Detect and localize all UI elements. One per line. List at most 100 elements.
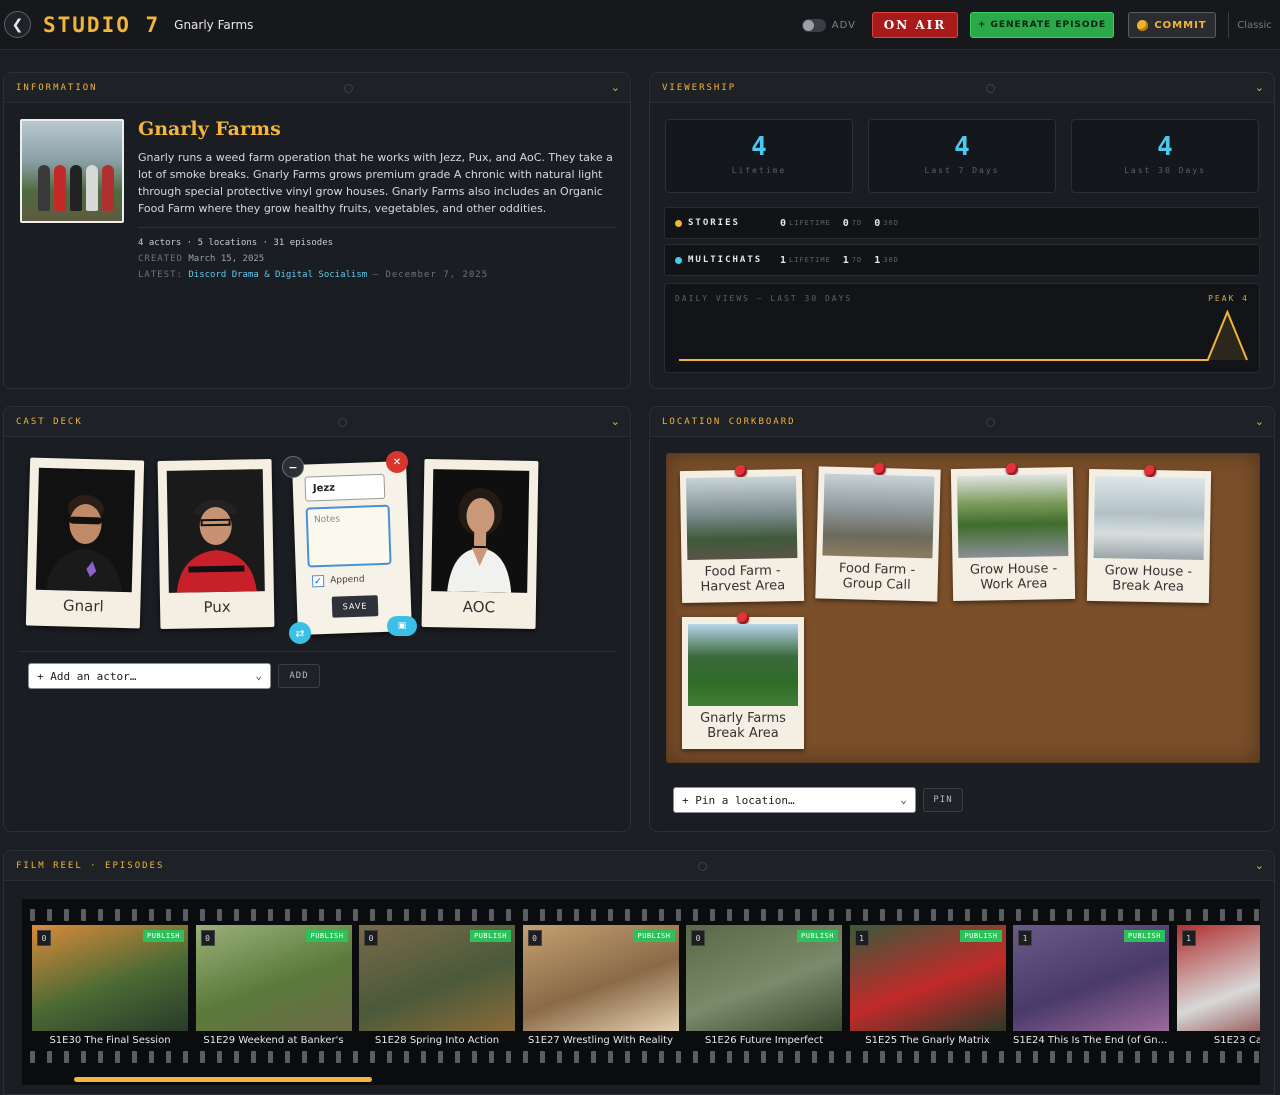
location-photo [822, 473, 935, 559]
sprocket-hole [931, 1051, 936, 1063]
drag-handle-icon[interactable] [986, 84, 995, 93]
location-card[interactable]: Grow House - Break Area [1086, 464, 1212, 604]
add-actor-button[interactable]: ADD [278, 664, 320, 688]
save-button[interactable]: SAVE [331, 595, 379, 618]
divider [138, 227, 616, 228]
publish-badge[interactable]: PUBLISH [306, 930, 348, 942]
minus-icon[interactable]: − [282, 456, 304, 478]
information-header[interactable]: INFORMATION ⌄ [4, 73, 630, 103]
sprocket-hole [149, 909, 154, 921]
latest-episode-link[interactable]: Discord Drama & Digital Socialism [188, 270, 367, 280]
add-actor-select[interactable]: + Add an actor… ⌄ [28, 663, 271, 689]
drag-handle-icon[interactable] [344, 84, 353, 93]
classic-button[interactable]: Classic [1228, 12, 1280, 38]
drag-handle-icon[interactable] [986, 418, 995, 427]
sprocket-hole [302, 1051, 307, 1063]
chevron-down-icon[interactable]: ⌄ [1255, 415, 1264, 428]
sprocket-hole [863, 1051, 868, 1063]
publish-badge[interactable]: PUBLISH [469, 930, 511, 942]
sprocket-hole [812, 1051, 817, 1063]
cast-deck-header[interactable]: CAST DECK ⌄ [4, 407, 630, 437]
app-logo: STUDIO 7 [43, 12, 161, 37]
commit-button[interactable]: COMMIT [1128, 12, 1216, 38]
pin-location-select[interactable]: + Pin a location… ⌄ [673, 787, 916, 813]
adv-toggle[interactable] [801, 18, 826, 32]
checkbox-checked-icon[interactable]: ✓ [311, 574, 325, 588]
sprocket-hole [693, 1051, 698, 1063]
sprocket-row [22, 909, 1260, 923]
film-reel-header[interactable]: FILM REEL · EPISODES ⌄ [4, 851, 1274, 881]
location-card[interactable]: Grow House - Work Area [950, 462, 1076, 602]
publish-badge[interactable]: PUBLISH [960, 930, 1002, 942]
sprocket-hole [234, 909, 239, 921]
publish-badge[interactable]: PUBLISH [796, 930, 838, 942]
back-button[interactable]: ❮ [4, 11, 31, 38]
publish-badge[interactable]: PUBLISH [142, 930, 184, 942]
sprocket-hole [115, 909, 120, 921]
sprocket-hole [1186, 1051, 1191, 1063]
multichats-30d: 1 [874, 254, 881, 266]
sprocket-hole [353, 909, 358, 921]
episode-title: S1E28 Spring Into Action [374, 1035, 500, 1046]
sprocket-hole [846, 1051, 851, 1063]
episode-frame[interactable]: 0 PUBLISH [686, 925, 842, 1031]
sprocket-hole [1135, 909, 1140, 921]
sprocket-hole [183, 1051, 188, 1063]
episode-frame[interactable]: 0 PUBLISH [359, 925, 515, 1031]
actor-card-gnarl[interactable]: Gnarl [25, 457, 145, 629]
on-air-button[interactable]: ON AIR [872, 12, 958, 38]
camera-icon[interactable]: ▣ [387, 616, 417, 636]
pin-location-button[interactable]: PIN [923, 788, 963, 812]
location-card[interactable]: Food Farm - Group Call [815, 462, 941, 602]
reel-scrollbar-thumb[interactable] [74, 1077, 372, 1082]
sprocket-hole [421, 1051, 426, 1063]
sprocket-hole [1220, 1051, 1225, 1063]
episode-count-badge: 0 [527, 930, 542, 946]
episode-frame[interactable]: 0 PUBLISH [32, 925, 188, 1031]
episode-frame[interactable]: 0 PUBLISH [195, 925, 352, 1031]
swap-icon[interactable]: ⇄ [289, 622, 311, 644]
actor-card-aoc[interactable]: AOC [421, 459, 539, 629]
episode-frame[interactable]: 1 PUBLISH [1013, 925, 1169, 1031]
sprocket-hole [64, 909, 69, 921]
generate-episode-button[interactable]: + GENERATE EPISODE [970, 12, 1114, 38]
drag-handle-icon[interactable] [698, 862, 707, 871]
sprocket-hole [285, 909, 290, 921]
chevron-down-icon[interactable]: ⌄ [1255, 81, 1264, 94]
top-bar: ❮ STUDIO 7 Gnarly Farms ADV ON AIR + GEN… [0, 0, 1280, 50]
stat-label: Lifetime [731, 166, 787, 175]
latest-label: LATEST: [138, 270, 183, 280]
sprocket-hole [455, 1051, 460, 1063]
actor-card-pux[interactable]: Pux [157, 459, 275, 629]
actor-name-field[interactable]: Jezz [304, 473, 386, 502]
sprocket-hole [659, 1051, 664, 1063]
publish-badge[interactable]: PUBLISH [1123, 930, 1165, 942]
chevron-down-icon[interactable]: ⌄ [611, 415, 620, 428]
episode-frame[interactable]: 1 PUBLISH [849, 925, 1006, 1031]
publish-badge[interactable]: PUBLISH [633, 930, 675, 942]
sprocket-hole [404, 909, 409, 921]
sprocket-hole [115, 1051, 120, 1063]
location-label: Grow House - Break Area [1104, 563, 1193, 595]
sprocket-hole [540, 909, 545, 921]
drag-handle-icon[interactable] [338, 418, 347, 427]
location-header[interactable]: LOCATION CORKBOARD ⌄ [650, 407, 1274, 437]
sprocket-hole [319, 1051, 324, 1063]
unit-label: 7D [851, 256, 863, 264]
location-card[interactable]: Gnarly Farms Break Area [682, 612, 804, 749]
chevron-down-icon[interactable]: ⌄ [1255, 859, 1264, 872]
chevron-down-icon[interactable]: ⌄ [611, 81, 620, 94]
stories-7d: 0 [842, 217, 849, 229]
episode-frame[interactable]: 0 PUBLISH [522, 925, 679, 1031]
episode-frame[interactable]: 1 [1176, 925, 1260, 1031]
viewership-header[interactable]: VIEWERSHIP ⌄ [650, 73, 1274, 103]
film-reel-strip[interactable]: 0 PUBLISH S1E30 The Final Session 0 PUBLISH S… [22, 899, 1260, 1085]
push-pin-icon [734, 464, 747, 478]
append-checkbox-row[interactable]: ✓ Append [311, 574, 365, 588]
notes-field[interactable]: Notes [305, 504, 392, 568]
sprocket-hole [336, 909, 341, 921]
close-icon[interactable]: ✕ [386, 451, 408, 473]
push-pin-icon [737, 612, 749, 624]
episode-title: S1E26 Future Imperfect [704, 1035, 824, 1046]
location-card[interactable]: Food Farm - Harvest Area [679, 464, 805, 604]
